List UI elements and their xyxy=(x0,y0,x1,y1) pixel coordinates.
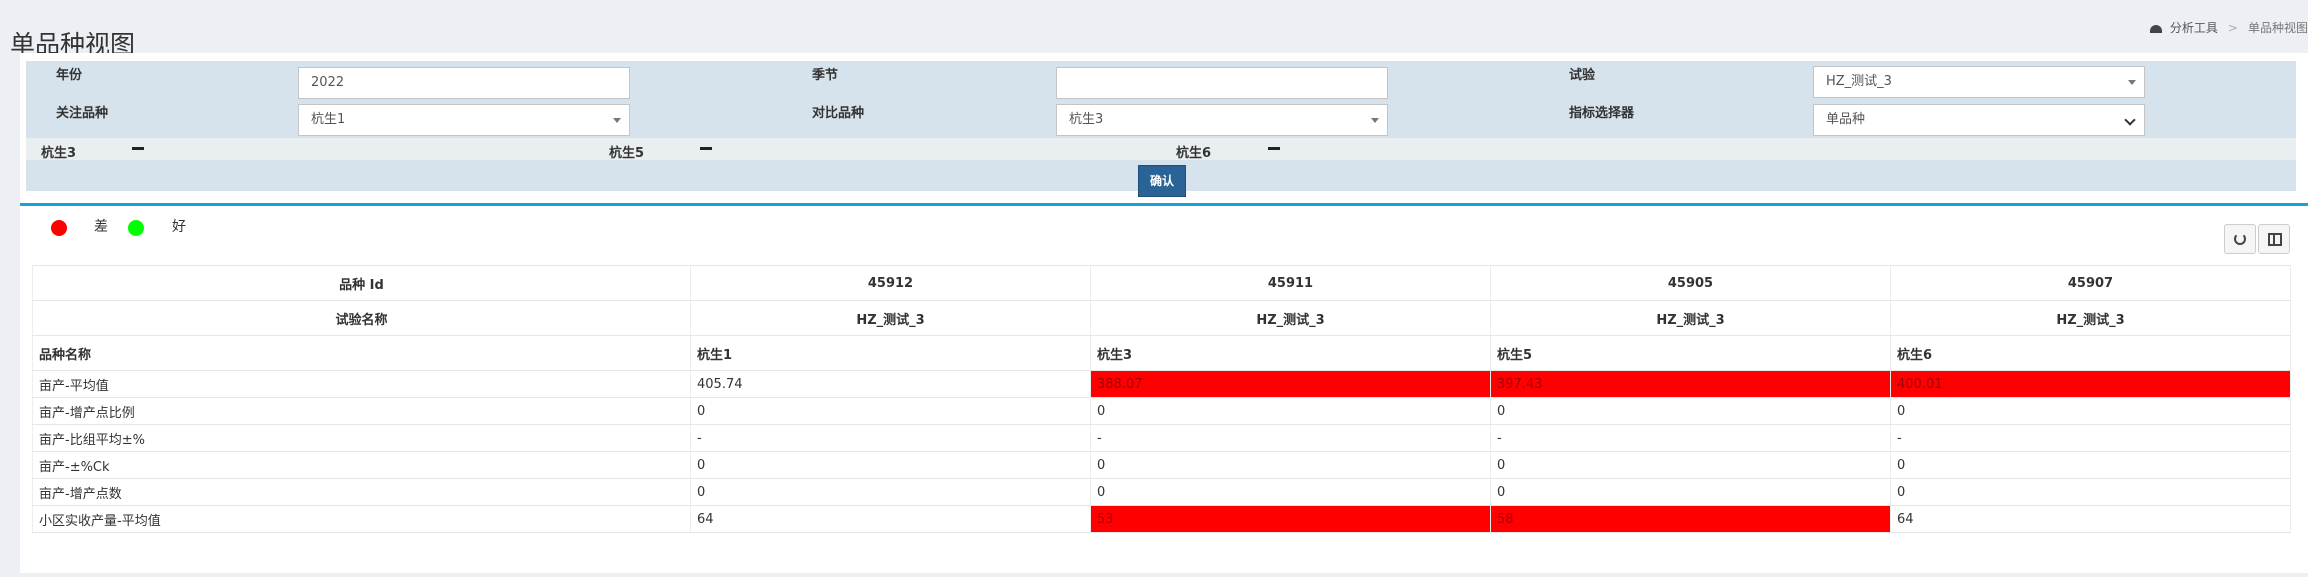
indicator-label: 指标选择器 xyxy=(1569,106,1635,121)
confirm-button[interactable]: 确认 xyxy=(1138,165,1186,197)
focus-variety-select[interactable]: 杭生1 xyxy=(298,104,630,136)
table-cell: 杭生3 xyxy=(1090,335,1491,371)
table-row: 亩产-平均值 405.74 388.07 397.43 400.01 xyxy=(32,370,2291,398)
table-cell: 0 xyxy=(690,451,1091,479)
header-cell: 45905 xyxy=(1490,265,1891,301)
table-cell: 杭生5 xyxy=(1490,335,1891,371)
variety-table: 品种 Id 45912 45911 45905 45907 试验名称 HZ_测试… xyxy=(32,265,2291,533)
table-cell: 388.07 xyxy=(1090,370,1491,398)
compare-variety-label: 对比品种 xyxy=(812,106,865,121)
table-row: 亩产-增产点数 0 0 0 0 xyxy=(32,478,2291,506)
columns-button[interactable] xyxy=(2258,224,2290,254)
table-cell: 杭生6 xyxy=(1890,335,2291,371)
breadcrumb-parent[interactable]: 分析工具 xyxy=(2170,21,2218,35)
table-cell: 0 xyxy=(1890,397,2291,425)
table-cell: 亩产-增产点数 xyxy=(32,478,691,506)
header-cell: HZ_测试_3 xyxy=(1090,300,1491,336)
section-divider xyxy=(20,203,2308,206)
table-row: 小区实收产量-平均值 64 53 58 64 xyxy=(32,505,2291,533)
remove-icon[interactable] xyxy=(132,147,144,150)
trial-label: 试验 xyxy=(1569,68,1596,83)
selected-tag-label: 杭生3 xyxy=(41,146,77,161)
table-cell: 58 xyxy=(1490,505,1891,533)
table-cell: - xyxy=(690,424,1091,452)
table-cell: 亩产-平均值 xyxy=(32,370,691,398)
table-row: 品种名称 杭生1 杭生3 杭生5 杭生6 xyxy=(32,335,2291,371)
selected-varieties: 杭生3 杭生5 杭生6 xyxy=(26,138,2296,161)
trial-select-value: HZ_测试_3 xyxy=(1826,74,1892,89)
table-cell: 0 xyxy=(1090,397,1491,425)
header-cell: HZ_测试_3 xyxy=(1890,300,2291,336)
header-cell: 45907 xyxy=(1890,265,2291,301)
header-cell: HZ_测试_3 xyxy=(1490,300,1891,336)
season-input[interactable] xyxy=(1056,67,1388,99)
bad-legend-icon xyxy=(51,220,67,236)
header-cell: 45912 xyxy=(690,265,1091,301)
table-cell: 64 xyxy=(690,505,1091,533)
indicator-select-value: 单品种 xyxy=(1826,112,1866,127)
table-cell: 64 xyxy=(1890,505,2291,533)
table-cell: 397.43 xyxy=(1490,370,1891,398)
table-cell: 小区实收产量-平均值 xyxy=(32,505,691,533)
table-cell: 杭生1 xyxy=(690,335,1091,371)
header-cell: 品种 Id xyxy=(32,265,691,301)
table-cell: - xyxy=(1090,424,1491,452)
table-cell: 0 xyxy=(690,478,1091,506)
compare-variety-select[interactable]: 杭生3 xyxy=(1056,104,1388,136)
header-cell: 45911 xyxy=(1090,265,1491,301)
table-header-row: 试验名称 HZ_测试_3 HZ_测试_3 HZ_测试_3 HZ_测试_3 xyxy=(32,300,2291,336)
table-cell: 0 xyxy=(1490,397,1891,425)
table-cell: 0 xyxy=(1490,451,1891,479)
header-cell: 试验名称 xyxy=(32,300,691,336)
table-cell: - xyxy=(1490,424,1891,452)
table-cell: 亩产-增产点比例 xyxy=(32,397,691,425)
table-cell: 0 xyxy=(1890,478,2291,506)
selected-tag-label: 杭生5 xyxy=(609,146,645,161)
table-cell: - xyxy=(1890,424,2291,452)
good-legend-icon xyxy=(128,220,144,236)
year-label: 年份 xyxy=(56,68,83,83)
table-cell: 0 xyxy=(1890,451,2291,479)
remove-icon[interactable] xyxy=(700,147,712,150)
chevron-down-icon xyxy=(2124,114,2136,126)
table-cell: 405.74 xyxy=(690,370,1091,398)
table-row: 亩产-比组平均±% - - - - xyxy=(32,424,2291,452)
breadcrumb-current: 单品种视图 xyxy=(2247,21,2308,35)
table-cell: 亩产-比组平均±% xyxy=(32,424,691,452)
table-cell: 0 xyxy=(1490,478,1891,506)
table-cell: 0 xyxy=(1090,451,1491,479)
header-cell: HZ_测试_3 xyxy=(690,300,1091,336)
breadcrumb: 分析工具 > 单品种视图 xyxy=(2149,19,2308,36)
good-legend-label: 好 xyxy=(172,219,186,235)
focus-variety-value: 杭生1 xyxy=(311,112,346,127)
compare-variety-value: 杭生3 xyxy=(1069,112,1104,127)
remove-icon[interactable] xyxy=(1268,147,1280,150)
season-label: 季节 xyxy=(812,68,839,83)
table-row: 亩产-增产点比例 0 0 0 0 xyxy=(32,397,2291,425)
table-cell: 品种名称 xyxy=(32,335,691,371)
table-cell: 0 xyxy=(690,397,1091,425)
table-cell: 亩产-±%Ck xyxy=(32,451,691,479)
caret-down-icon xyxy=(613,118,621,123)
main-panel: 年份 2022 季节 试验 HZ_测试_3 关注品种 杭生1 对比品种 杭生3 … xyxy=(20,53,2308,573)
selected-tag-label: 杭生6 xyxy=(1176,146,1212,161)
trial-select[interactable]: HZ_测试_3 xyxy=(1813,66,2145,98)
table-row: 亩产-±%Ck 0 0 0 0 xyxy=(32,451,2291,479)
table-cell: 0 xyxy=(1090,478,1491,506)
indicator-select[interactable]: 单品种 xyxy=(1813,104,2145,136)
table-header-row: 品种 Id 45912 45911 45905 45907 xyxy=(32,265,2291,301)
columns-icon xyxy=(2268,233,2282,246)
caret-down-icon xyxy=(1371,118,1379,123)
dashboard-icon xyxy=(2149,24,2162,33)
caret-down-icon xyxy=(2128,80,2136,85)
year-input[interactable]: 2022 xyxy=(298,67,630,99)
bad-legend-label: 差 xyxy=(94,219,108,235)
table-cell: 400.01 xyxy=(1890,370,2291,398)
table-cell: 53 xyxy=(1090,505,1491,533)
focus-variety-label: 关注品种 xyxy=(56,106,109,121)
breadcrumb-separator: > xyxy=(2227,21,2238,35)
refresh-icon xyxy=(2234,233,2246,245)
refresh-button[interactable] xyxy=(2224,224,2256,254)
